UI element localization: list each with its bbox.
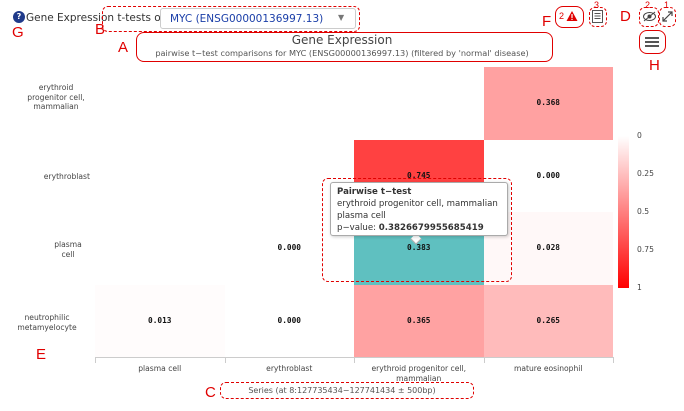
annotation-2-f: 2 [559, 11, 565, 21]
annotation-e: E [36, 346, 47, 363]
annotation-box-3 [589, 7, 607, 27]
row-label: plasma cell [54, 240, 82, 259]
heatmap-cell-value: 0.013 [148, 315, 172, 325]
colorbar-tick: 0.75 [637, 245, 654, 254]
help-icon[interactable]: ? [13, 11, 25, 23]
x-axis-tick [613, 357, 614, 363]
row-label: neutrophilic metamyelocyte [17, 313, 77, 332]
x-axis-tick [95, 357, 96, 363]
heatmap-cell-value: 0.365 [407, 315, 431, 325]
x-axis-tick [354, 357, 355, 363]
annotation-box-a [136, 32, 553, 62]
colorbar-tick: 0.5 [637, 207, 650, 216]
colorbar-tick: 1 [637, 283, 642, 292]
annotation-box-c [220, 382, 474, 399]
annotation-1: 1 [664, 0, 670, 10]
annotation-g: G [12, 24, 24, 41]
column-label: mature eosinophil [513, 364, 583, 373]
annotation-box-tooltip [322, 178, 512, 282]
annotation-2: 2 [645, 0, 651, 10]
x-axis-tick [483, 357, 485, 363]
column-label: erythroblast [266, 364, 313, 373]
heatmap-cell-value: 0.265 [536, 315, 560, 325]
row-label: erythroid progenitor cell, mammalian [27, 83, 85, 111]
row-label: erythroblast [43, 172, 90, 181]
annotation-c: C [205, 384, 216, 401]
colorbar-tick: 0 [637, 131, 642, 140]
column-label: plasma cell [138, 364, 182, 373]
annotation-f: F [542, 13, 552, 30]
annotation-box-1 [659, 7, 676, 27]
annotation-3: 3 [594, 0, 600, 10]
colorbar [618, 136, 629, 288]
annotation-d: D [620, 8, 631, 25]
x-axis-tick [224, 357, 226, 363]
colorbar-tick: 0.25 [637, 169, 654, 178]
heatmap-cell-value: 0.368 [536, 98, 560, 108]
annotation-b: B [95, 21, 106, 38]
heatmap-cell-value: 0.000 [277, 315, 301, 325]
annotation-a: A [118, 39, 129, 56]
annotation-box-b [102, 6, 360, 32]
annotation-h: H [649, 57, 660, 74]
column-label: erythroid progenitor cell, mammalian [371, 364, 467, 383]
annotation-box-h [639, 30, 666, 54]
annotation-box-2 [639, 7, 659, 27]
